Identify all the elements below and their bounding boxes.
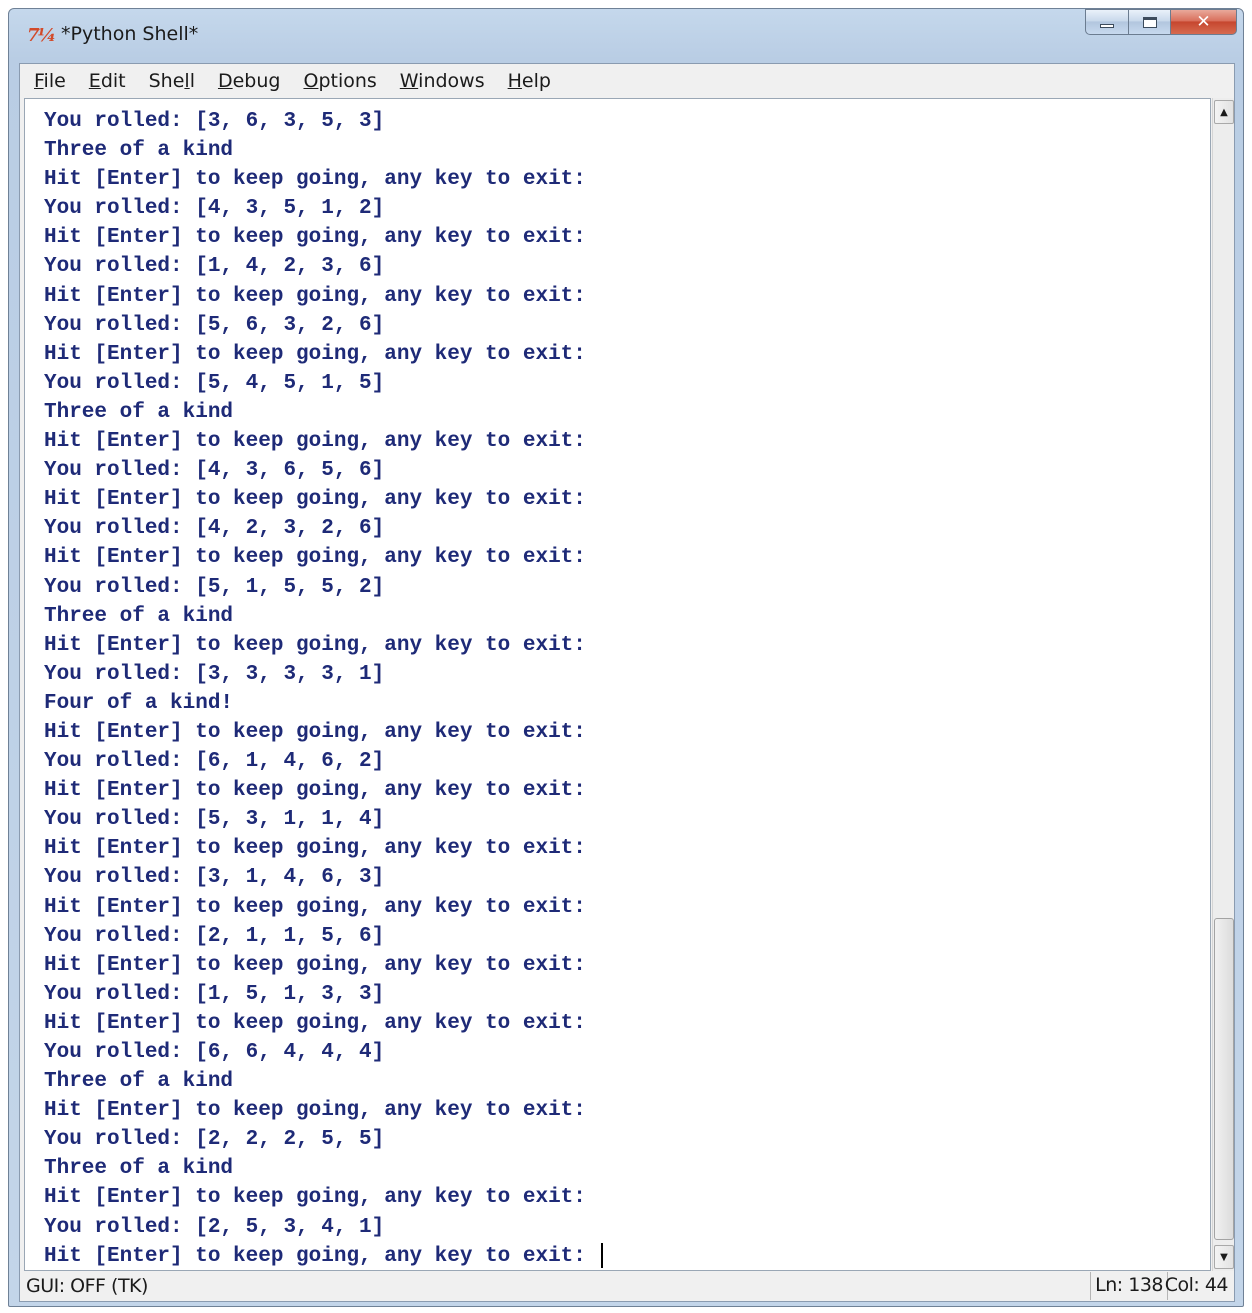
shell-line: Three of a kind: [44, 604, 234, 628]
shell-line: Hit [Enter] to keep going, any key to ex…: [44, 1011, 586, 1035]
arrow-down-icon: ▼: [1220, 1251, 1228, 1263]
menu-windows[interactable]: Windows: [400, 70, 485, 92]
shell-line: You rolled: [6, 1, 4, 6, 2]: [44, 750, 385, 774]
menu-edit[interactable]: Edit: [89, 70, 126, 92]
gui-status: GUI: OFF (TK): [26, 1275, 148, 1297]
shell-line: Hit [Enter] to keep going, any key to ex…: [44, 1099, 586, 1123]
shell-line: Hit [Enter] to keep going, any key to ex…: [44, 779, 586, 803]
shell-line: You rolled: [1, 4, 2, 3, 6]: [44, 255, 385, 279]
minimize-icon: [1100, 24, 1114, 28]
menu-help[interactable]: Help: [508, 70, 551, 92]
minimize-button[interactable]: [1085, 9, 1128, 35]
scroll-down-button[interactable]: ▼: [1214, 1245, 1234, 1269]
shell-line: You rolled: [2, 1, 1, 5, 6]: [44, 924, 385, 948]
shell-line: Hit [Enter] to keep going, any key to ex…: [44, 1186, 586, 1210]
shell-line: You rolled: [4, 3, 6, 5, 6]: [44, 459, 385, 483]
scroll-up-button[interactable]: ▲: [1214, 100, 1234, 124]
idle-icon: 7¼: [27, 25, 56, 46]
shell-line: Hit [Enter] to keep going, any key to ex…: [44, 430, 586, 454]
shell-line: You rolled: [5, 4, 5, 1, 5]: [44, 371, 385, 395]
shell-line: You rolled: [5, 3, 1, 1, 4]: [44, 808, 385, 832]
shell-line: Three of a kind: [44, 1157, 234, 1181]
menu-shell[interactable]: Shell: [149, 70, 195, 92]
text-cursor: [600, 1242, 603, 1268]
shell-line: Hit [Enter] to keep going, any key to ex…: [44, 168, 586, 192]
shell-line: You rolled: [2, 5, 3, 4, 1]: [44, 1215, 385, 1239]
menu-options[interactable]: Options: [303, 70, 376, 92]
maximize-button[interactable]: [1128, 9, 1171, 35]
shell-line: Three of a kind: [44, 139, 234, 163]
shell-line: Hit [Enter] to keep going, any key to ex…: [44, 837, 586, 861]
shell-line: Hit [Enter] to keep going, any key to ex…: [44, 342, 586, 366]
shell-line: Hit [Enter] to keep going, any key to ex…: [44, 226, 586, 250]
shell-line: You rolled: [4, 3, 5, 1, 2]: [44, 197, 385, 221]
shell-line: You rolled: [2, 2, 2, 5, 5]: [44, 1128, 385, 1152]
shell-line: Hit [Enter] to keep going, any key to ex…: [44, 284, 586, 308]
shell-line: Three of a kind: [44, 1070, 234, 1094]
shell-line: Hit [Enter] to keep going, any key to ex…: [44, 546, 586, 570]
menu-bar: File Edit Shell Debug Options Windows Help: [20, 64, 1234, 98]
shell-line: You rolled: [1, 5, 1, 3, 3]: [44, 982, 385, 1006]
python-shell-window: 7¼ *Python Shell* ✕ File Edit Shell Debug Op…: [8, 8, 1244, 1307]
shell-text-area[interactable]: You rolled: [3, 6, 3, 5, 3] Three of a ki…: [24, 98, 1211, 1271]
vertical-scrollbar[interactable]: ▲ ▼: [1212, 98, 1234, 1271]
shell-line: Hit [Enter] to keep going, any key to ex…: [44, 488, 586, 512]
shell-line: You rolled: [5, 6, 3, 2, 6]: [44, 313, 385, 337]
maximize-icon: [1142, 16, 1157, 28]
scroll-thumb[interactable]: [1214, 918, 1234, 1240]
shell-line: You rolled: [3, 6, 3, 5, 3]: [44, 110, 385, 133]
status-bar: GUI: OFF (TK) Ln: 138 Col: 44: [20, 1271, 1234, 1301]
shell-line: Hit [Enter] to keep going, any key to ex…: [44, 720, 586, 744]
shell-line: Hit [Enter] to keep going, any key to ex…: [44, 895, 586, 919]
shell-output: You rolled: [3, 6, 3, 5, 3] Three of a ki…: [44, 107, 603, 1270]
close-icon: ✕: [1196, 12, 1211, 32]
shell-line: Hit [Enter] to keep going, any key to ex…: [44, 1242, 603, 1270]
window-controls: ✕: [1085, 9, 1237, 35]
shell-line: You rolled: [5, 1, 5, 5, 2]: [44, 575, 385, 599]
shell-line: Hit [Enter] to keep going, any key to ex…: [44, 633, 586, 657]
shell-line: You rolled: [6, 6, 4, 4, 4]: [44, 1041, 385, 1064]
shell-line: Hit [Enter] to keep going, any key to ex…: [44, 953, 586, 977]
shell-line: Four of a kind!: [44, 691, 234, 715]
arrow-up-icon: ▲: [1220, 106, 1228, 118]
shell-line: Three of a kind: [44, 400, 234, 424]
menu-debug[interactable]: Debug: [218, 70, 281, 92]
window-title: *Python Shell*: [61, 23, 199, 45]
column-number: Col: 44: [1164, 1274, 1229, 1296]
title-bar[interactable]: 7¼ *Python Shell* ✕: [9, 9, 1243, 59]
close-button[interactable]: ✕: [1171, 9, 1237, 35]
client-area: File Edit Shell Debug Options Windows Help You…: [19, 63, 1235, 1302]
menu-file[interactable]: File: [34, 70, 66, 92]
shell-line: You rolled: [4, 2, 3, 2, 6]: [44, 517, 385, 541]
shell-line: You rolled: [3, 3, 3, 3, 1]: [44, 662, 385, 686]
line-number: Ln: 138: [1090, 1272, 1168, 1300]
shell-line: You rolled: [3, 1, 4, 6, 3]: [44, 866, 385, 890]
